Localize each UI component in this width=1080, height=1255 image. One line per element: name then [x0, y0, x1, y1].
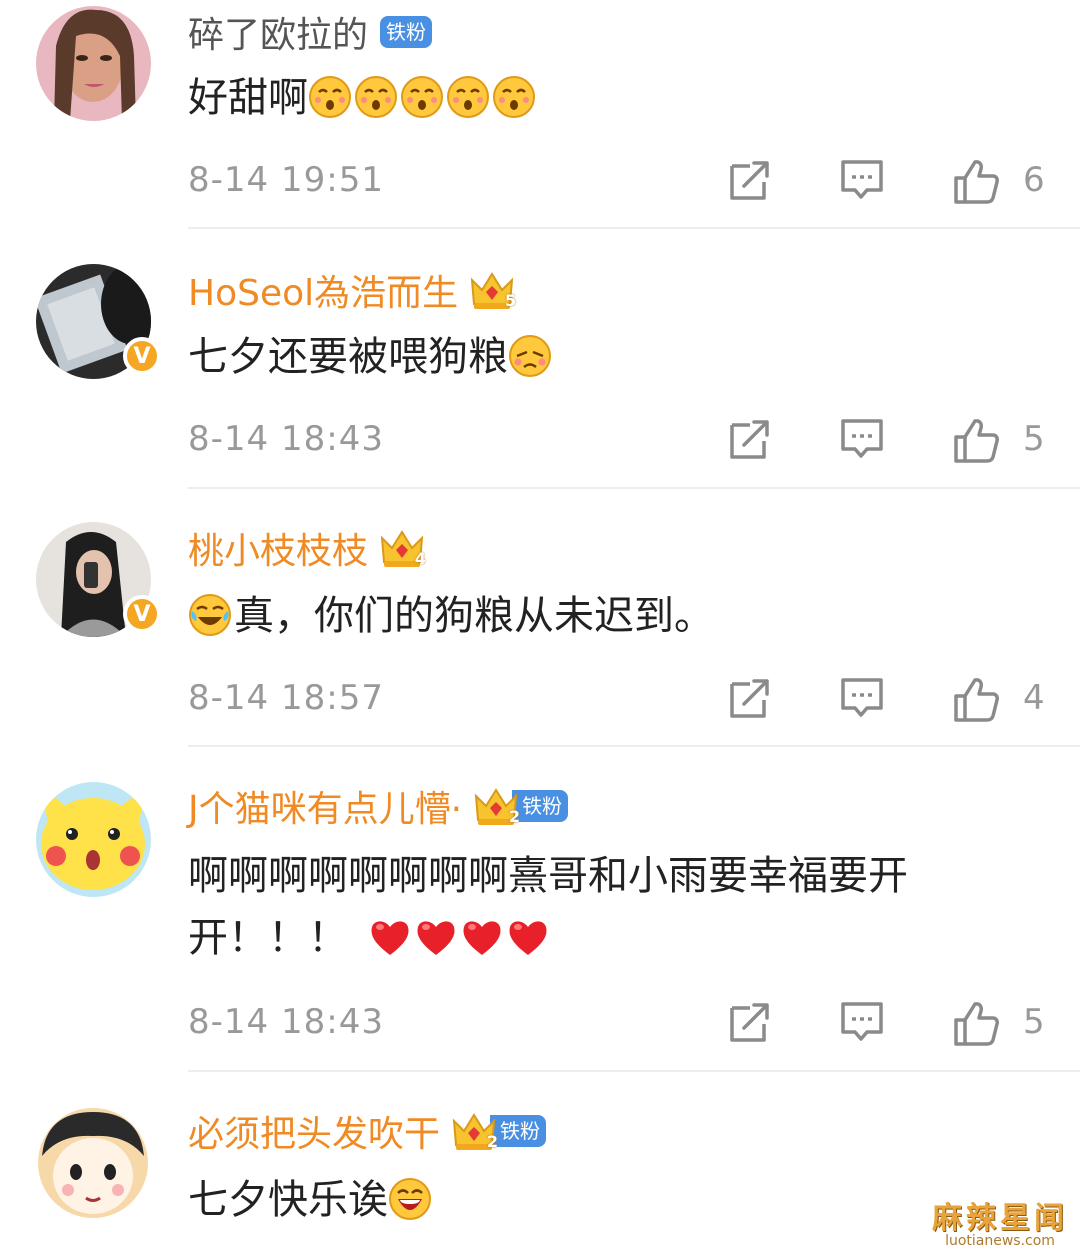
- name-row: HoSeol為浩而生 5: [188, 264, 517, 316]
- crown-level: 4: [414, 549, 427, 568]
- comment-icon[interactable]: [840, 158, 884, 202]
- crown-level: 5: [504, 291, 517, 310]
- comment-meta: 8-14 18:43 5: [188, 414, 1048, 464]
- heart-icon: [417, 921, 455, 955]
- comment-icon[interactable]: [840, 676, 884, 720]
- name-row: 必须把头发吹干 2 铁粉: [188, 1105, 547, 1157]
- comment-text-content: 真，你们的狗粮从未迟到。: [234, 593, 714, 639]
- username[interactable]: J个猫咪有点儿懵·: [188, 780, 462, 832]
- username[interactable]: 必须把头发吹干: [188, 1105, 440, 1157]
- crown-fan-badge: 2 铁粉: [474, 786, 569, 826]
- grin-emoji-icon: [388, 1177, 432, 1221]
- divider: [188, 487, 1080, 489]
- share-icon[interactable]: [728, 676, 772, 720]
- laugh-cry-emoji-icon: [188, 593, 232, 637]
- comment-text-content: 好甜啊: [188, 75, 308, 121]
- divider: [188, 227, 1080, 229]
- comment-meta: 8-14 18:57 4: [188, 673, 1048, 723]
- divider: [188, 1070, 1080, 1072]
- like-icon[interactable]: [953, 1000, 1001, 1048]
- like-icon[interactable]: [953, 676, 1001, 724]
- heart-icon: [463, 921, 501, 955]
- watermark-title: 麻辣星闻: [932, 1201, 1068, 1236]
- action-bar: [728, 997, 1048, 1047]
- comment-meta: 8-14 18:43 5: [188, 997, 1048, 1047]
- fan-badge: 铁粉: [380, 16, 433, 48]
- comment-text: 真，你们的狗粮从未迟到。: [188, 585, 1010, 647]
- comment-text: 七夕快乐诶: [188, 1169, 1010, 1231]
- action-bar: [728, 155, 1048, 205]
- like-icon[interactable]: [953, 417, 1001, 465]
- username[interactable]: 桃小枝枝枝: [188, 522, 368, 574]
- fan-badge: 铁粉: [490, 1115, 547, 1147]
- avatar[interactable]: [36, 6, 151, 121]
- sweet-emoji-icon: [400, 75, 444, 119]
- crown-badge: 5: [470, 270, 517, 310]
- avatar[interactable]: [36, 1106, 151, 1221]
- action-bar: [728, 673, 1048, 723]
- username[interactable]: HoSeol為浩而生: [188, 264, 458, 316]
- comment-text-content: 七夕还要被喂狗粮: [188, 334, 508, 380]
- name-row: J个猫咪有点儿懵· 2 铁粉: [188, 780, 569, 832]
- comment-text-content: 开！！！: [188, 915, 348, 961]
- comment-text: 七夕还要被喂狗粮: [188, 326, 1010, 388]
- like-count: 6: [1023, 160, 1045, 200]
- fan-badge: 铁粉: [512, 790, 569, 822]
- crown-badge: 2: [474, 786, 521, 826]
- timestamp: 8-14 18:57: [188, 678, 384, 718]
- heart-icon: [509, 921, 547, 955]
- crown-fan-badge: 2 铁粉: [452, 1111, 547, 1151]
- shy-emoji-icon: [508, 334, 552, 378]
- comment-text-line: 啊啊啊啊啊啊啊啊熹哥和小雨要幸福要开: [188, 853, 908, 899]
- share-icon[interactable]: [728, 1000, 772, 1044]
- action-bar: [728, 414, 1048, 464]
- avatar[interactable]: V: [36, 522, 161, 637]
- sweet-emoji-icon: [354, 75, 398, 119]
- like-count: 5: [1023, 419, 1045, 459]
- comment-icon[interactable]: [840, 1000, 884, 1044]
- divider: [188, 745, 1080, 747]
- heart-icon: [371, 921, 409, 955]
- sweet-emoji-icon: [446, 75, 490, 119]
- comment-icon[interactable]: [840, 417, 884, 461]
- crown-level: 2: [508, 807, 521, 826]
- watermark: 麻辣星闻 luotianews.com: [932, 1193, 1068, 1249]
- sweet-emoji-icon: [492, 75, 536, 119]
- like-icon[interactable]: [953, 158, 1001, 206]
- timestamp: 8-14 18:43: [188, 1002, 384, 1042]
- avatar[interactable]: [36, 782, 151, 897]
- avatar[interactable]: V: [36, 264, 161, 379]
- verified-badge: V: [123, 595, 161, 633]
- name-row: 碎了欧拉的 铁粉: [188, 6, 433, 58]
- crown-badge: 4: [380, 528, 427, 568]
- comment-text-line: 开！！！: [188, 907, 1010, 969]
- comment-meta: 8-14 19:51 6: [188, 155, 1048, 205]
- username[interactable]: 碎了欧拉的: [188, 6, 368, 58]
- sweet-emoji-icon: [308, 75, 352, 119]
- verified-badge: V: [123, 337, 161, 375]
- crown-badge: 2: [452, 1111, 499, 1151]
- timestamp: 8-14 18:43: [188, 419, 384, 459]
- timestamp: 8-14 19:51: [188, 160, 384, 200]
- like-count: 5: [1023, 1002, 1045, 1042]
- comment-text-content: 七夕快乐诶: [188, 1177, 388, 1223]
- share-icon[interactable]: [728, 158, 772, 202]
- share-icon[interactable]: [728, 417, 772, 461]
- name-row: 桃小枝枝枝 4: [188, 522, 427, 574]
- crown-level: 2: [486, 1132, 499, 1151]
- comment-text: 啊啊啊啊啊啊啊啊熹哥和小雨要幸福要开 开！！！: [188, 845, 1010, 969]
- watermark-url: luotianews.com: [945, 1233, 1055, 1249]
- like-count: 4: [1023, 678, 1045, 718]
- comment-text: 好甜啊: [188, 67, 1010, 129]
